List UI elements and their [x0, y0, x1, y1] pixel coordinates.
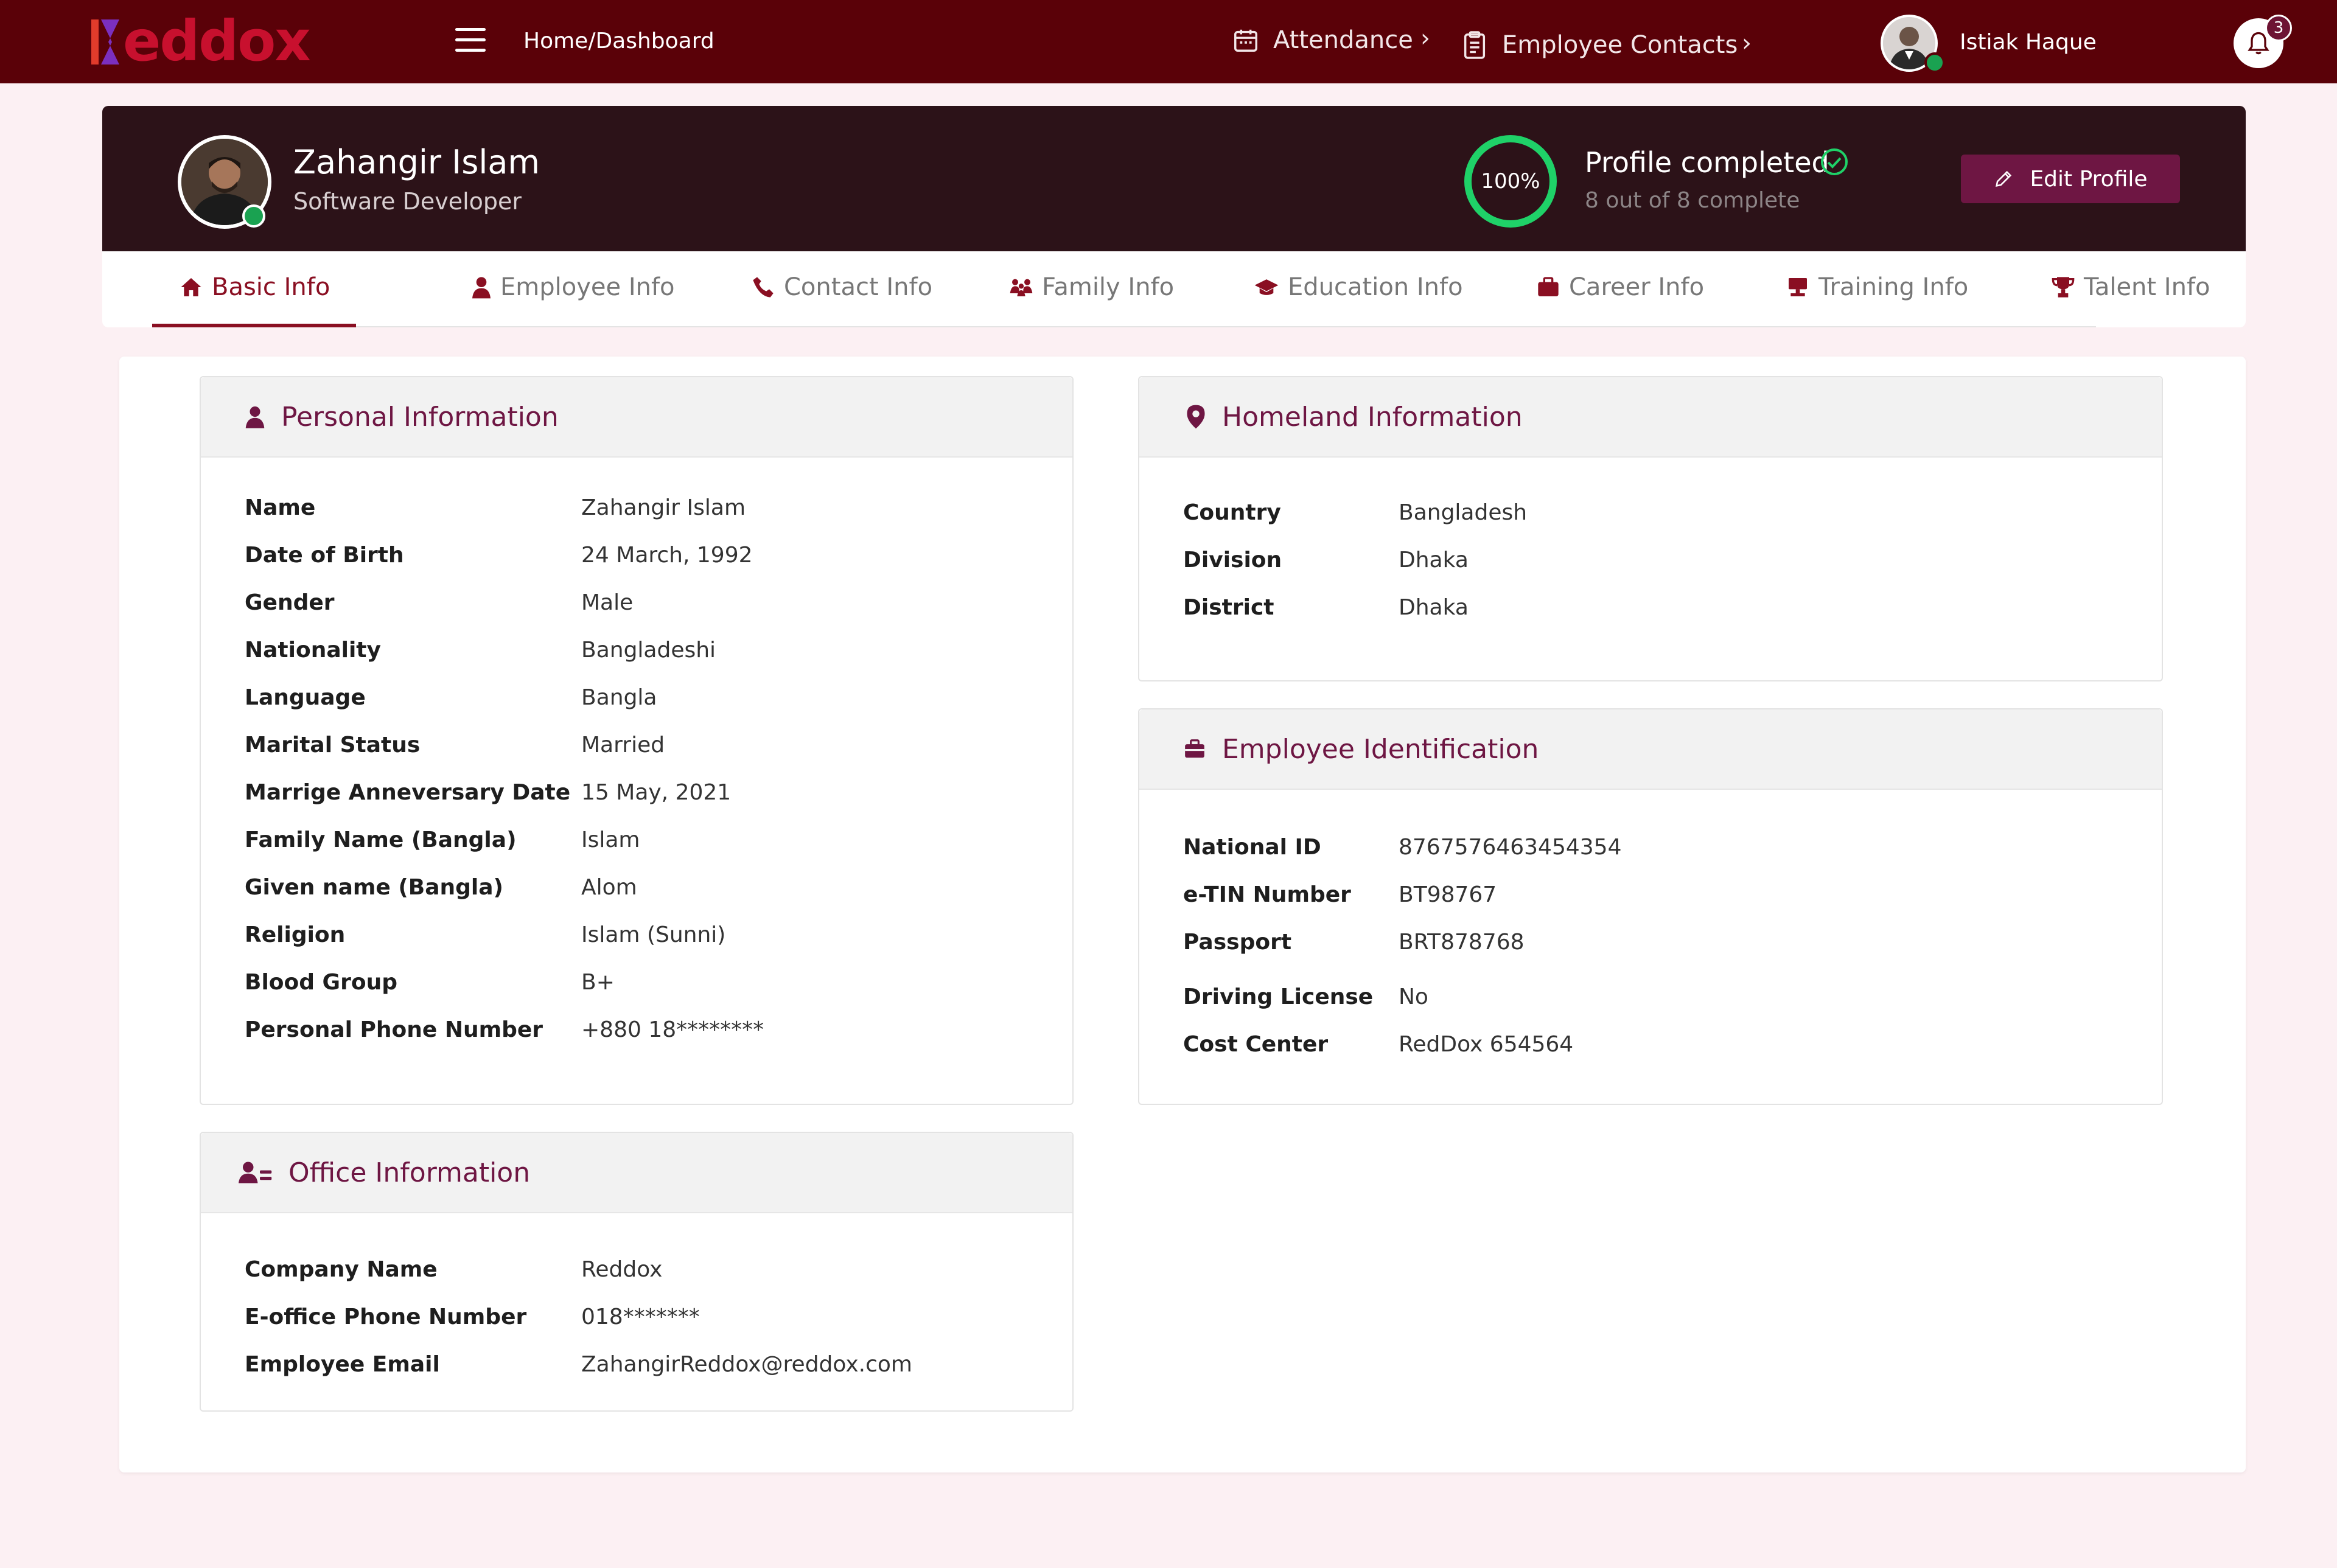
- online-status-dot: [1924, 52, 1945, 73]
- profile-completion-ring: 100%: [1464, 135, 1557, 228]
- personal-information-header: Personal Information: [201, 377, 1072, 458]
- home-icon: [181, 278, 201, 296]
- person-icon: [245, 406, 265, 428]
- employee-identification-header: Employee Identification: [1139, 709, 2162, 790]
- tab-education-info[interactable]: Education Info: [1254, 271, 1463, 303]
- graduation-cap-icon: [1254, 279, 1279, 295]
- profile-role: Software Developer: [293, 188, 522, 215]
- user-name[interactable]: Istiak Haque: [1960, 28, 2097, 57]
- breadcrumb[interactable]: Home/Dashboard: [523, 27, 714, 56]
- section-title: Office Information: [288, 1157, 531, 1188]
- person-card-icon: [239, 1162, 272, 1183]
- tab-contact-info[interactable]: Contact Info: [751, 271, 932, 303]
- training-icon: [1789, 278, 1807, 296]
- notification-count-badge: 3: [2265, 15, 2292, 41]
- nav-attendance[interactable]: Attendance: [1232, 24, 1413, 56]
- logo-mark-icon: [91, 19, 119, 64]
- profile-name: Zahangir Islam: [293, 143, 540, 181]
- active-tab-indicator: [152, 324, 356, 327]
- reddox-logo[interactable]: eddox: [90, 9, 311, 74]
- clipboard-icon: [1464, 31, 1486, 59]
- nav-attendance-label: Attendance: [1273, 26, 1413, 54]
- tabs-baseline: [152, 326, 2096, 327]
- chevron-right-icon: ›: [1742, 29, 1752, 57]
- completion-percent: 100%: [1481, 169, 1540, 193]
- pencil-icon: [1996, 170, 2012, 187]
- person-icon: [472, 277, 491, 299]
- briefcase-icon: [1185, 739, 1204, 758]
- tab-employee-info[interactable]: Employee Info: [471, 271, 675, 303]
- section-title: Employee Identification: [1222, 733, 1539, 765]
- profile-completed-subtitle: 8 out of 8 complete: [1585, 188, 1800, 213]
- logo-text: eddox: [123, 9, 311, 74]
- calendar-icon: [1234, 29, 1257, 52]
- edit-avatar-badge[interactable]: [242, 204, 265, 228]
- profile-completed-title: Profile completed: [1585, 146, 1829, 179]
- family-icon: [1010, 279, 1033, 296]
- edit-profile-button[interactable]: Edit Profile: [1961, 155, 2180, 203]
- section-title: Homeland Information: [1222, 401, 1523, 433]
- nav-employee-contacts[interactable]: Employee Contacts: [1461, 29, 1738, 61]
- trophy-icon: [2052, 277, 2075, 298]
- tab-career-info[interactable]: Career Info: [1536, 271, 1704, 303]
- homeland-information-card: Homeland Information: [1138, 376, 2163, 681]
- section-title: Personal Information: [281, 401, 559, 433]
- office-information-header: Office Information: [201, 1133, 1072, 1213]
- hamburger-menu-icon[interactable]: [455, 28, 486, 52]
- check-circle-icon: [1821, 148, 1848, 175]
- edit-profile-label: Edit Profile: [2030, 166, 2148, 192]
- homeland-information-header: Homeland Information: [1139, 377, 2162, 458]
- briefcase-icon: [1538, 277, 1559, 296]
- tab-family-info[interactable]: Family Info: [1009, 271, 1174, 303]
- tab-basic-info[interactable]: Basic Info: [179, 271, 330, 303]
- tab-talent-info[interactable]: Talent Info: [2051, 271, 2210, 303]
- phone-icon: [753, 277, 774, 298]
- nav-employee-contacts-label: Employee Contacts: [1502, 31, 1738, 59]
- map-pin-icon: [1187, 405, 1205, 429]
- tab-training-info[interactable]: Training Info: [1786, 271, 1968, 303]
- chevron-right-icon: ›: [1420, 24, 1430, 52]
